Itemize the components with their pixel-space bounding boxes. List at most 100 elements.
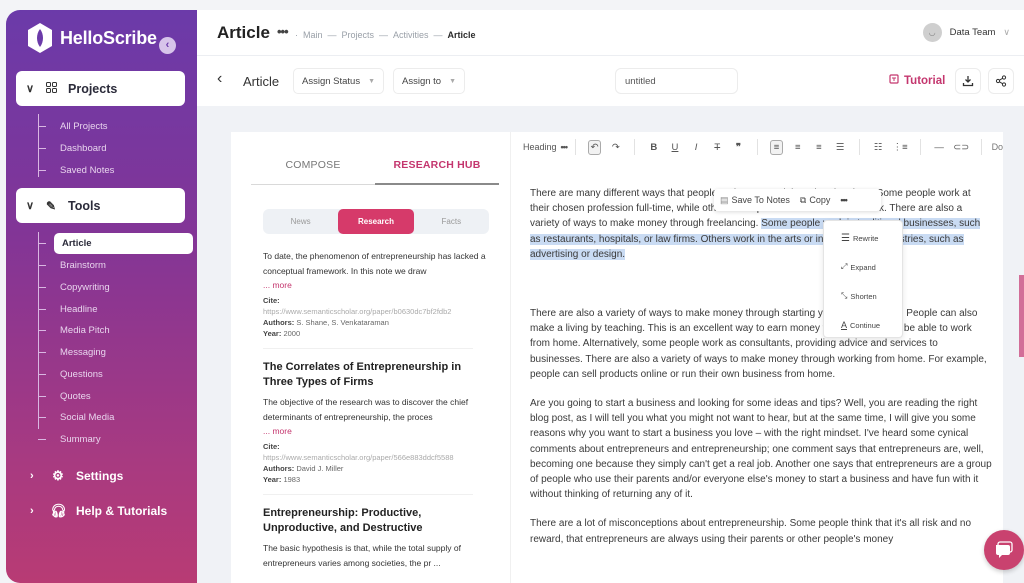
chevron-right-icon: › xyxy=(30,470,34,482)
heading-dropdown[interactable]: Heading ••• xyxy=(523,142,568,152)
breadcrumb: · Main — Projects — Activities — Article xyxy=(295,30,476,40)
sidebar-item-brainstorm[interactable]: Brainstorm xyxy=(38,254,106,276)
segment-research[interactable]: Research xyxy=(338,209,414,234)
research-results-list[interactable]: To date, the phenomenon of entrepreneurs… xyxy=(263,249,491,571)
document-type-label: Article xyxy=(243,74,280,89)
bullet-list-button[interactable]: ☷ xyxy=(872,140,885,155)
underline-button[interactable]: U xyxy=(668,140,681,155)
toolbar-overflow-button[interactable]: Do xyxy=(992,142,1003,152)
quote-button[interactable]: ❞ xyxy=(732,140,745,155)
chat-bubble-icon xyxy=(996,541,1013,558)
link-button[interactable]: ⊂⊃ xyxy=(953,140,969,155)
page-more-button[interactable]: ••• xyxy=(277,24,289,39)
redo-button[interactable]: ↷ xyxy=(609,140,622,155)
sidebar-item-copywriting[interactable]: Copywriting xyxy=(38,276,110,298)
tab-research-hub[interactable]: RESEARCH HUB xyxy=(375,152,499,185)
shorten-option[interactable]: ⤡ Shorten xyxy=(841,291,877,301)
undo-button[interactable]: ↶ xyxy=(587,139,602,155)
cite-label: Cite: xyxy=(263,296,280,305)
save-to-notes-button[interactable]: ▤ Save To Notes xyxy=(720,195,790,206)
workspace: COMPOSE RESEARCH HUB News Research Facts… xyxy=(197,106,1024,583)
back-button[interactable]: ‹ xyxy=(217,70,222,88)
sidebar-item-label: Settings xyxy=(76,469,124,483)
share-icon xyxy=(995,75,1007,87)
sidebar-group-tools[interactable]: ∨ ✎ Tools xyxy=(16,188,185,223)
share-button[interactable] xyxy=(988,68,1014,94)
save-to-notes-label: Save To Notes xyxy=(731,195,790,205)
sidebar-item-dashboard[interactable]: Dashboard xyxy=(38,137,106,159)
result-title[interactable]: The Correlates of Entrepreneurship in Th… xyxy=(263,360,491,390)
align-right-icon: ≡ xyxy=(816,141,822,153)
result-meta: Cite: https://www.semanticscholar.org/pa… xyxy=(263,295,491,339)
sidebar-item-questions[interactable]: Questions xyxy=(38,363,103,385)
sidebar-item-summary[interactable]: Summary xyxy=(38,428,101,450)
assign-to-dropdown[interactable]: Assign to ▼ xyxy=(393,68,466,94)
expand-option[interactable]: ⤢ Expand xyxy=(841,262,876,272)
sidebar-item-help[interactable]: › 🎧︎ Help & Tutorials xyxy=(30,503,167,519)
align-left-button[interactable]: ≡ xyxy=(769,139,784,155)
sidebar-item-social-media[interactable]: Social Media xyxy=(38,406,114,428)
sidebar-item-media-pitch[interactable]: Media Pitch xyxy=(38,319,110,341)
result-more-link[interactable]: ... more xyxy=(263,426,491,436)
sidebar-item-headline[interactable]: Headline xyxy=(38,298,98,320)
horizontal-rule-button[interactable]: — xyxy=(933,140,946,155)
divider xyxy=(263,494,473,495)
rewrite-option[interactable]: ☰ Rewrite xyxy=(841,233,878,244)
sidebar-item-all-projects[interactable]: All Projects xyxy=(38,115,108,137)
tutorial-link[interactable]: Tutorial xyxy=(889,74,945,87)
align-right-button[interactable]: ≡ xyxy=(812,140,825,155)
align-justify-icon: ☰ xyxy=(835,141,845,153)
align-center-button[interactable]: ≡ xyxy=(791,140,804,155)
sidebar-item-label: Media Pitch xyxy=(60,324,110,336)
breadcrumb-main[interactable]: Main xyxy=(303,30,323,40)
paragraph: There are a lot of misconceptions about … xyxy=(530,518,972,545)
feedback-side-tab[interactable] xyxy=(1019,275,1024,357)
align-justify-button[interactable]: ☰ xyxy=(834,140,847,155)
result-snippet: The basic hypothesis is that, while the … xyxy=(263,543,461,568)
sidebar-item-article[interactable]: Article xyxy=(38,232,193,254)
cite-label: Cite: xyxy=(263,442,280,451)
selection-more-button[interactable]: ••• xyxy=(840,195,848,205)
document-name-input[interactable]: untitled xyxy=(615,68,738,94)
result-more-link[interactable]: ... more xyxy=(263,280,491,290)
app-logo[interactable]: HelloScribe xyxy=(26,22,157,54)
bullet-list-icon: ☷ xyxy=(873,141,883,153)
bold-button[interactable]: B xyxy=(647,140,660,155)
magic-wand-icon: ✎ xyxy=(46,198,57,213)
expand-icon: ⤢ xyxy=(841,262,848,271)
italic-button[interactable]: I xyxy=(690,140,703,155)
assign-status-dropdown[interactable]: Assign Status ▼ xyxy=(293,68,385,94)
editor-content[interactable]: There are many different ways that peopl… xyxy=(530,186,992,561)
heading-label: Heading xyxy=(523,142,557,152)
gear-icon: ⚙ xyxy=(52,468,64,483)
sidebar-group-projects[interactable]: ∨ Projects xyxy=(16,71,185,106)
chat-button[interactable] xyxy=(984,530,1024,570)
download-button[interactable] xyxy=(955,68,981,94)
breadcrumb-activities[interactable]: Activities xyxy=(393,30,429,40)
result-cite-url[interactable]: https://www.semanticscholar.org/paper/b0… xyxy=(263,306,491,317)
sidebar-item-label: Help & Tutorials xyxy=(76,504,168,518)
sidebar-item-label: All Projects xyxy=(60,120,108,132)
option-label: Continue xyxy=(850,320,881,330)
sidebar-item-label: Messaging xyxy=(60,346,106,358)
strikethrough-button[interactable]: T xyxy=(711,140,724,155)
numbered-list-button[interactable]: ⋮≡ xyxy=(893,140,908,155)
sidebar-item-messaging[interactable]: Messaging xyxy=(38,341,106,363)
collapse-sidebar-button[interactable]: ‹ xyxy=(159,37,176,54)
sidebar-item-saved-notes[interactable]: Saved Notes xyxy=(38,159,114,181)
sidebar-item-settings[interactable]: › ⚙ Settings xyxy=(30,468,123,484)
tab-compose[interactable]: COMPOSE xyxy=(251,152,375,184)
copy-button[interactable]: ⧉ Copy xyxy=(800,195,830,206)
copy-label: Copy xyxy=(809,195,831,205)
sidebar-item-label: Copywriting xyxy=(60,281,110,293)
result-title[interactable]: Entrepreneurship: Productive, Unproducti… xyxy=(263,506,491,536)
result-cite-url[interactable]: https://www.semanticscholar.org/paper/56… xyxy=(263,452,491,463)
copy-icon: ⧉ xyxy=(799,194,807,205)
user-menu[interactable]: ◡ Data Team ∨ xyxy=(922,23,1010,42)
segment-facts[interactable]: Facts xyxy=(414,209,489,234)
sidebar-item-quotes[interactable]: Quotes xyxy=(38,385,91,407)
breadcrumb-projects[interactable]: Projects xyxy=(342,30,375,40)
continue-option[interactable]: A Continue xyxy=(841,320,880,330)
segment-news[interactable]: News xyxy=(263,209,338,234)
chevron-down-icon: ∨ xyxy=(26,200,35,212)
